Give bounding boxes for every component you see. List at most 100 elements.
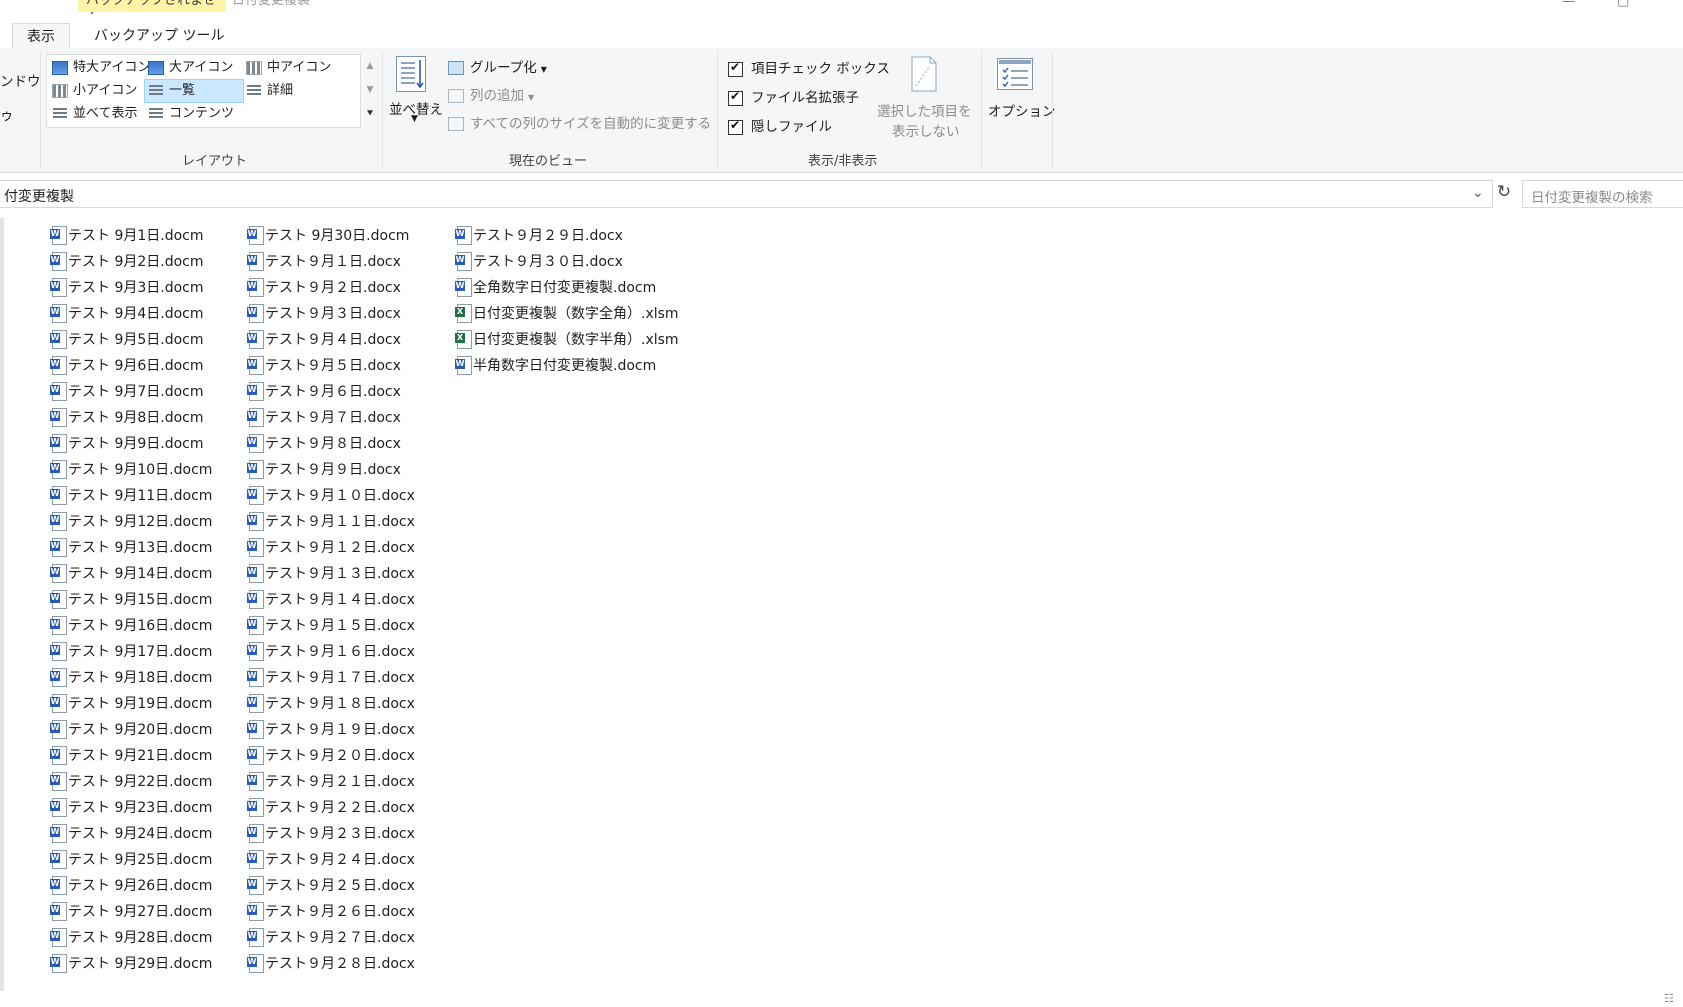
file-item[interactable]: W テスト９月１日.docx <box>247 250 401 274</box>
file-item[interactable]: W テスト 9月26日.docm <box>50 874 212 898</box>
maximize-button[interactable]: ▢ <box>1617 0 1629 9</box>
layout-extra-large-icons[interactable]: 特大アイコン <box>49 57 150 79</box>
add-columns-button[interactable]: 列の追加 ▼ <box>448 84 534 104</box>
file-item[interactable]: W テスト９月１８日.docx <box>247 692 415 716</box>
layout-large-icons[interactable]: 大アイコン <box>145 57 233 79</box>
file-item[interactable]: W テスト 9月18日.docm <box>50 666 212 690</box>
file-item[interactable]: W テスト 9月4日.docm <box>50 302 204 326</box>
file-item[interactable]: W テスト 9月25日.docm <box>50 848 212 872</box>
file-item[interactable]: W テスト９月２９日.docx <box>455 224 623 248</box>
file-item[interactable]: W テスト 9月9日.docm <box>50 432 204 456</box>
file-item[interactable]: W テスト９月８日.docx <box>247 432 401 456</box>
file-item[interactable]: W テスト９月２４日.docx <box>247 848 415 872</box>
file-item[interactable]: W テスト 9月17日.docm <box>50 640 212 664</box>
details-view-icon[interactable]: ☷ <box>1664 992 1674 1005</box>
file-item[interactable]: W テスト９月１２日.docx <box>247 536 415 560</box>
file-item[interactable]: W テスト 9月13日.docm <box>50 536 212 560</box>
scroll-up-icon[interactable]: ▲ <box>363 54 377 78</box>
search-input[interactable]: 日付変更複製の検索 <box>1531 186 1653 206</box>
file-item[interactable]: W 全角数字日付変更複製.docm <box>455 276 656 300</box>
address-dropdown-icon[interactable]: ⌄ <box>1472 185 1484 201</box>
file-item[interactable]: W テスト９月２２日.docx <box>247 796 415 820</box>
file-item[interactable]: W テスト９月２７日.docx <box>247 926 415 950</box>
item-checkboxes-toggle[interactable]: 項目チェック ボックス <box>728 57 890 77</box>
file-item[interactable]: W 半角数字日付変更複製.docm <box>455 354 656 378</box>
file-item[interactable]: W テスト 9月2日.docm <box>50 250 204 274</box>
file-item[interactable]: X 日付変更複製（数字全角）.xlsm <box>455 302 679 326</box>
checkbox-checked-icon[interactable] <box>728 89 743 106</box>
file-item[interactable]: W テスト９月２日.docx <box>247 276 401 300</box>
checkbox-checked-icon[interactable] <box>728 60 743 77</box>
layout-list[interactable]: 一覧 <box>144 79 244 103</box>
layout-tiles[interactable]: 並べて表示 <box>49 103 137 125</box>
file-item[interactable]: W テスト９月１０日.docx <box>247 484 415 508</box>
file-item[interactable]: W テスト 9月29日.docm <box>50 952 212 976</box>
file-extensions-toggle[interactable]: ファイル名拡張子 <box>728 86 859 106</box>
file-item[interactable]: W テスト９月２５日.docx <box>247 874 415 898</box>
layout-medium-icons[interactable]: 中アイコン <box>243 57 331 79</box>
file-item[interactable]: W テスト９月１１日.docx <box>247 510 415 534</box>
file-item[interactable]: W テスト 9月27日.docm <box>50 900 212 924</box>
file-item[interactable]: W テスト 9月16日.docm <box>50 614 212 638</box>
minimize-button[interactable]: — <box>1562 0 1575 9</box>
file-item[interactable]: W テスト 9月1日.docm <box>50 224 204 248</box>
refresh-icon[interactable]: ↻ <box>1494 182 1514 206</box>
file-item[interactable]: W テスト９月４日.docx <box>247 328 401 352</box>
file-item[interactable]: W テスト９月３日.docx <box>247 302 401 326</box>
file-item[interactable]: W テスト 9月28日.docm <box>50 926 212 950</box>
file-item[interactable]: W テスト 9月30日.docm <box>247 224 409 248</box>
scroll-down-icon[interactable]: ▼ <box>363 78 377 102</box>
file-item[interactable]: W テスト 9月8日.docm <box>50 406 204 430</box>
file-item[interactable]: W テスト 9月21日.docm <box>50 744 212 768</box>
file-item[interactable]: W テスト 9月24日.docm <box>50 822 212 846</box>
search-box[interactable]: 日付変更複製の検索 <box>1522 180 1683 208</box>
options-button[interactable]: オプション <box>988 100 1056 120</box>
file-item[interactable]: W テスト 9月19日.docm <box>50 692 212 716</box>
file-item[interactable]: W テスト９月１４日.docx <box>247 588 415 612</box>
hide-selected-items-icon[interactable] <box>910 56 938 92</box>
tab-backup-tools[interactable]: バックアップ ツール <box>80 23 238 49</box>
file-item[interactable]: W テスト 9月22日.docm <box>50 770 212 794</box>
file-item[interactable]: W テスト９月１６日.docx <box>247 640 415 664</box>
file-item[interactable]: W テスト９月２０日.docx <box>247 744 415 768</box>
file-item[interactable]: W テスト９月２１日.docx <box>247 770 415 794</box>
file-item[interactable]: W テスト９月２８日.docx <box>247 952 415 976</box>
sort-by-icon[interactable] <box>396 56 426 92</box>
address-bar[interactable]: 付変更複製 ⌄ <box>0 180 1493 208</box>
file-item[interactable]: W テスト 9月7日.docm <box>50 380 204 404</box>
hidden-items-toggle[interactable]: 隠しファイル <box>728 115 832 135</box>
file-item[interactable]: X 日付変更複製（数字半角）.xlsm <box>455 328 679 352</box>
options-icon[interactable] <box>997 58 1033 90</box>
file-item[interactable]: W テスト９月１３日.docx <box>247 562 415 586</box>
file-item[interactable]: W テスト 9月3日.docm <box>50 276 204 300</box>
checkbox-checked-icon[interactable] <box>728 118 743 135</box>
file-item[interactable]: W テスト９月５日.docx <box>247 354 401 378</box>
hide-selected-button[interactable]: 選択した項目を <box>877 100 972 120</box>
file-item[interactable]: W テスト９月１９日.docx <box>247 718 415 742</box>
file-item[interactable]: W テスト９月２６日.docx <box>247 900 415 924</box>
size-all-columns-button[interactable]: すべての列のサイズを自動的に変更する <box>448 112 711 132</box>
file-item[interactable]: W テスト９月７日.docx <box>247 406 401 430</box>
file-item[interactable]: W テスト 9月10日.docm <box>50 458 212 482</box>
file-item[interactable]: W テスト９月２３日.docx <box>247 822 415 846</box>
group-by-button[interactable]: グループ化 ▼ <box>448 56 547 76</box>
file-item[interactable]: W テスト 9月14日.docm <box>50 562 212 586</box>
layout-small-icons[interactable]: 小アイコン <box>49 80 137 102</box>
file-item[interactable]: W テスト 9月6日.docm <box>50 354 204 378</box>
file-item[interactable]: W テスト 9月20日.docm <box>50 718 212 742</box>
layout-details[interactable]: 詳細 <box>243 80 293 102</box>
address-path[interactable]: 付変更複製 <box>4 186 74 206</box>
file-item[interactable]: W テスト 9月23日.docm <box>50 796 212 820</box>
file-item[interactable]: W テスト 9月5日.docm <box>50 328 204 352</box>
file-item[interactable]: W テスト９月１７日.docx <box>247 666 415 690</box>
file-item[interactable]: W テスト９月３０日.docx <box>455 250 623 274</box>
file-item[interactable]: W テスト９月１５日.docx <box>247 614 415 638</box>
file-item[interactable]: W テスト 9月12日.docm <box>50 510 212 534</box>
file-item[interactable]: W テスト 9月11日.docm <box>50 484 212 508</box>
file-item[interactable]: W テスト９月９日.docx <box>247 458 401 482</box>
file-item[interactable]: W テスト９月６日.docx <box>247 380 401 404</box>
gallery-expand-icon[interactable]: ⯆ <box>363 102 377 126</box>
file-item[interactable]: W テスト 9月15日.docm <box>50 588 212 612</box>
tab-view[interactable]: 表示 <box>12 23 70 51</box>
layout-content[interactable]: コンテンツ <box>145 103 234 125</box>
